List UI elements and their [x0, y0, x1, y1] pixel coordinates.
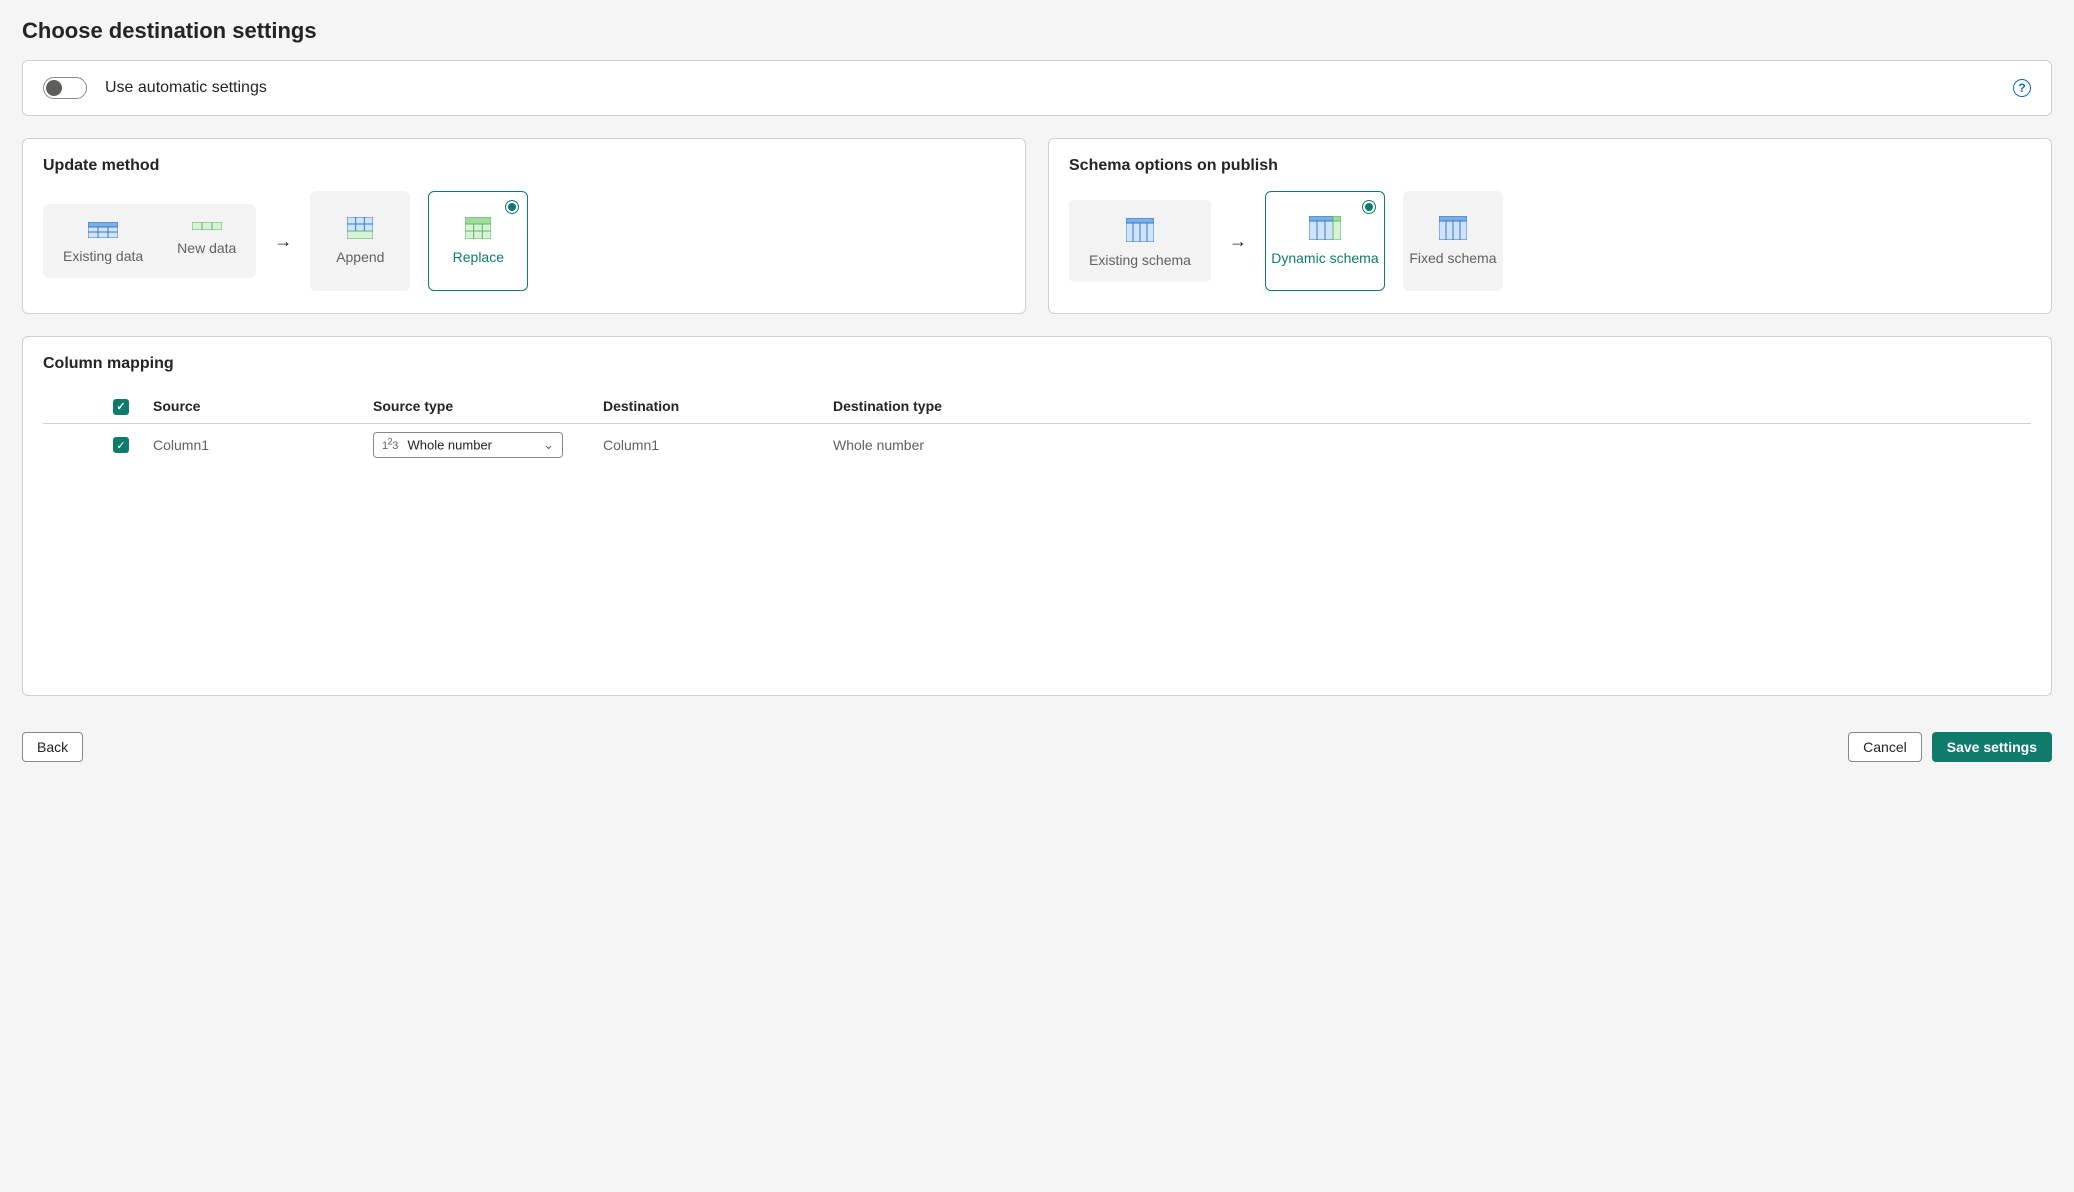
existing-schema-card: Existing schema	[1089, 218, 1191, 268]
col-header-source: Source	[143, 389, 363, 423]
replace-label: Replace	[453, 249, 504, 265]
fixed-schema-option[interactable]: Fixed schema	[1403, 191, 1503, 291]
automatic-settings-label: Use automatic settings	[105, 79, 267, 97]
existing-schema-label: Existing schema	[1089, 252, 1191, 268]
help-icon[interactable]: ?	[2013, 79, 2031, 97]
column-mapping-title: Column mapping	[43, 355, 2031, 373]
row-destination-type: Whole number	[823, 423, 2031, 466]
new-data-card: New data	[177, 222, 236, 264]
page-title: Choose destination settings	[22, 18, 2052, 44]
append-label: Append	[336, 249, 384, 265]
table-replace-icon	[465, 217, 491, 239]
footer: Back Cancel Save settings	[22, 716, 2052, 780]
row-source: Column1	[143, 423, 363, 466]
save-settings-button[interactable]: Save settings	[1932, 732, 2052, 762]
new-data-label: New data	[177, 240, 236, 256]
fixed-schema-label: Fixed schema	[1409, 250, 1496, 266]
cancel-button[interactable]: Cancel	[1848, 732, 1922, 762]
table-append-icon	[347, 217, 373, 239]
col-header-destination-type: Destination type	[823, 389, 2031, 423]
schema-options-panel: Schema options on publish Existing schem…	[1048, 138, 2052, 314]
automatic-settings-bar: Use automatic settings ?	[22, 60, 2052, 116]
table-green-small-icon	[192, 222, 222, 230]
dynamic-schema-label: Dynamic schema	[1271, 250, 1378, 266]
schema-existing-card: Existing schema	[1069, 200, 1211, 282]
table-row: ✓ Column1 123 Whole number ⌄ Column1	[43, 423, 2031, 466]
update-method-panel: Update method Existing data	[22, 138, 1026, 314]
append-option[interactable]: Append	[310, 191, 410, 291]
source-type-select[interactable]: 123 Whole number ⌄	[373, 432, 563, 458]
row-checkbox[interactable]: ✓	[113, 437, 129, 453]
radio-selected-icon	[505, 200, 519, 214]
arrow-right-icon: →	[1229, 231, 1247, 252]
schema-options-title: Schema options on publish	[1069, 157, 2031, 175]
whole-number-type-icon: 123	[382, 440, 398, 452]
radio-selected-icon	[1362, 200, 1376, 214]
update-method-source-card: Existing data New data	[43, 204, 256, 278]
column-mapping-panel: Column mapping ✓ Source Source type	[22, 336, 2052, 696]
col-header-source-type: Source type	[363, 389, 593, 423]
col-header-destination: Destination	[593, 389, 823, 423]
row-destination: Column1	[593, 423, 823, 466]
schema-dynamic-icon	[1309, 216, 1341, 240]
table-blue-icon	[88, 222, 118, 238]
automatic-settings-toggle[interactable]	[43, 77, 87, 99]
update-method-title: Update method	[43, 157, 1005, 175]
back-button[interactable]: Back	[22, 732, 83, 762]
schema-fixed-icon	[1439, 216, 1467, 240]
existing-data-card: Existing data	[63, 222, 143, 264]
schema-blue-icon	[1126, 218, 1154, 242]
dynamic-schema-option[interactable]: Dynamic schema	[1265, 191, 1385, 291]
source-type-value: Whole number	[407, 437, 492, 452]
chevron-down-icon: ⌄	[543, 437, 554, 453]
toggle-knob	[46, 80, 62, 96]
replace-option[interactable]: Replace	[428, 191, 528, 291]
existing-data-label: Existing data	[63, 248, 143, 264]
select-all-checkbox[interactable]: ✓	[113, 399, 129, 415]
column-mapping-table: ✓ Source Source type Destination Destina…	[43, 389, 2031, 466]
arrow-right-icon: →	[274, 231, 292, 252]
